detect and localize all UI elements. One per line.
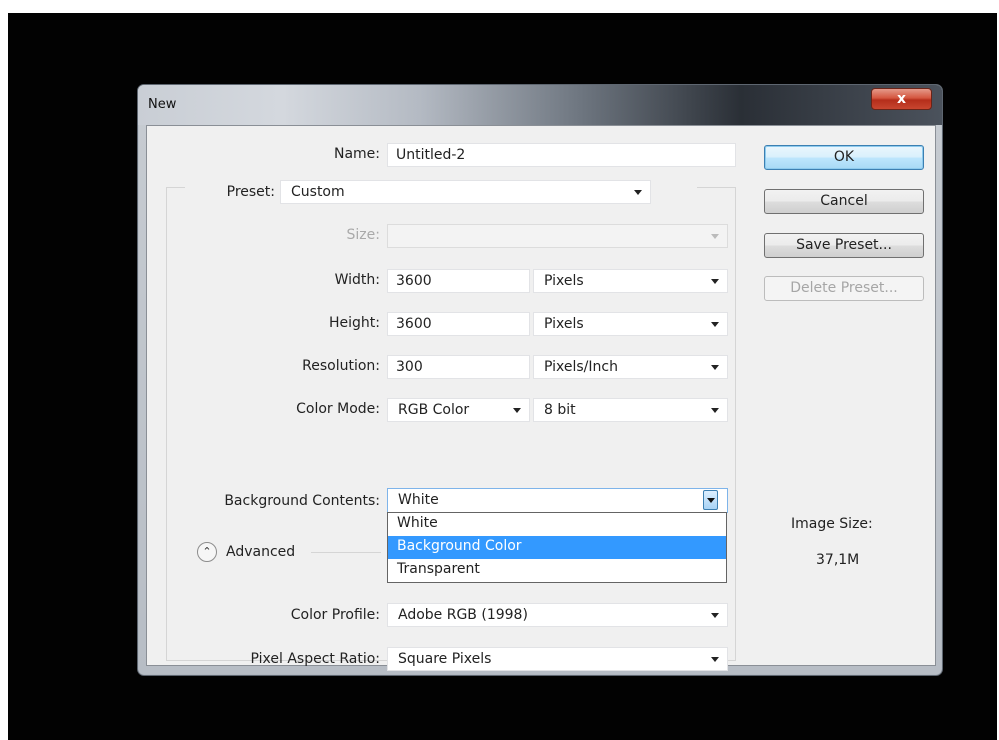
ok-button[interactable]: OK bbox=[764, 145, 924, 170]
bg-contents-select[interactable]: White bbox=[387, 488, 728, 513]
chevron-down-icon bbox=[711, 657, 719, 662]
title-bar[interactable]: New x bbox=[138, 85, 942, 125]
color-profile-label: Color Profile: bbox=[290, 607, 380, 623]
dropdown-option-white[interactable]: White bbox=[388, 513, 726, 536]
color-profile-value: Adobe RGB (1998) bbox=[398, 607, 528, 623]
dialog-client-area: Name: Untitled-2 Preset: Custom Size: Wi… bbox=[146, 125, 936, 671]
preset-label: Preset: bbox=[226, 184, 275, 200]
bg-contents-value: White bbox=[398, 492, 439, 508]
pixel-aspect-value: Square Pixels bbox=[398, 651, 492, 667]
bg-contents-label: Background Contents: bbox=[224, 493, 380, 509]
image-size-label: Image Size: bbox=[791, 516, 873, 532]
chevron-down-icon bbox=[711, 234, 719, 239]
dropdown-option-background-color[interactable]: Background Color bbox=[388, 536, 726, 559]
save-preset-button[interactable]: Save Preset... bbox=[764, 233, 924, 258]
width-unit-value: Pixels bbox=[544, 273, 584, 289]
resolution-unit-value: Pixels/Inch bbox=[544, 359, 618, 375]
dialog-title: New bbox=[148, 97, 177, 112]
preset-group-box bbox=[166, 187, 736, 661]
name-input[interactable]: Untitled-2 bbox=[387, 143, 736, 167]
bit-depth-value: 8 bit bbox=[544, 402, 576, 418]
advanced-label: Advanced bbox=[226, 544, 296, 560]
cancel-button[interactable]: Cancel bbox=[764, 189, 924, 214]
height-label: Height: bbox=[329, 315, 380, 331]
name-label: Name: bbox=[333, 146, 380, 162]
size-select bbox=[387, 224, 728, 248]
width-input[interactable]: 3600 bbox=[387, 269, 530, 293]
chevron-down-icon bbox=[513, 408, 521, 413]
new-document-dialog: New x Name: Untitled-2 Preset: Custom Si… bbox=[137, 84, 943, 676]
advanced-toggle[interactable]: ⌃ bbox=[197, 542, 217, 562]
close-button[interactable]: x bbox=[871, 88, 932, 110]
width-unit-select[interactable]: Pixels bbox=[533, 269, 728, 293]
height-unit-select[interactable]: Pixels bbox=[533, 312, 728, 336]
bit-depth-select[interactable]: 8 bit bbox=[533, 398, 728, 422]
preset-select-value: Custom bbox=[291, 184, 345, 200]
width-label: Width: bbox=[334, 272, 380, 288]
pixel-aspect-select[interactable]: Square Pixels bbox=[387, 647, 728, 671]
resolution-unit-select[interactable]: Pixels/Inch bbox=[533, 355, 728, 379]
bg-contents-dropdown-button[interactable] bbox=[703, 490, 718, 510]
chevron-down-icon bbox=[711, 365, 719, 370]
resolution-label: Resolution: bbox=[302, 358, 380, 374]
bg-contents-dropdown-list: White Background Color Transparent bbox=[387, 512, 727, 583]
resolution-input[interactable]: 300 bbox=[387, 355, 530, 379]
color-mode-select[interactable]: RGB Color bbox=[387, 398, 530, 422]
chevron-down-icon bbox=[711, 322, 719, 327]
image-size-value: 37,1M bbox=[816, 552, 860, 568]
delete-preset-button: Delete Preset... bbox=[764, 276, 924, 301]
preset-select[interactable]: Custom bbox=[280, 180, 651, 204]
dropdown-option-transparent[interactable]: Transparent bbox=[388, 559, 726, 582]
pixel-aspect-label: Pixel Aspect Ratio: bbox=[250, 651, 381, 667]
chevron-down-icon bbox=[707, 498, 715, 503]
close-icon: x bbox=[896, 91, 907, 107]
double-chevron-up-icon: ⌃ bbox=[202, 545, 212, 558]
advanced-divider bbox=[311, 552, 381, 553]
chevron-down-icon bbox=[711, 408, 719, 413]
height-input[interactable]: 3600 bbox=[387, 312, 530, 336]
height-unit-value: Pixels bbox=[544, 316, 584, 332]
chevron-down-icon bbox=[634, 190, 642, 195]
chevron-down-icon bbox=[711, 613, 719, 618]
color-profile-select[interactable]: Adobe RGB (1998) bbox=[387, 603, 728, 627]
color-mode-label: Color Mode: bbox=[296, 401, 380, 417]
color-mode-value: RGB Color bbox=[398, 402, 470, 418]
size-label: Size: bbox=[346, 227, 380, 243]
chevron-down-icon bbox=[711, 279, 719, 284]
